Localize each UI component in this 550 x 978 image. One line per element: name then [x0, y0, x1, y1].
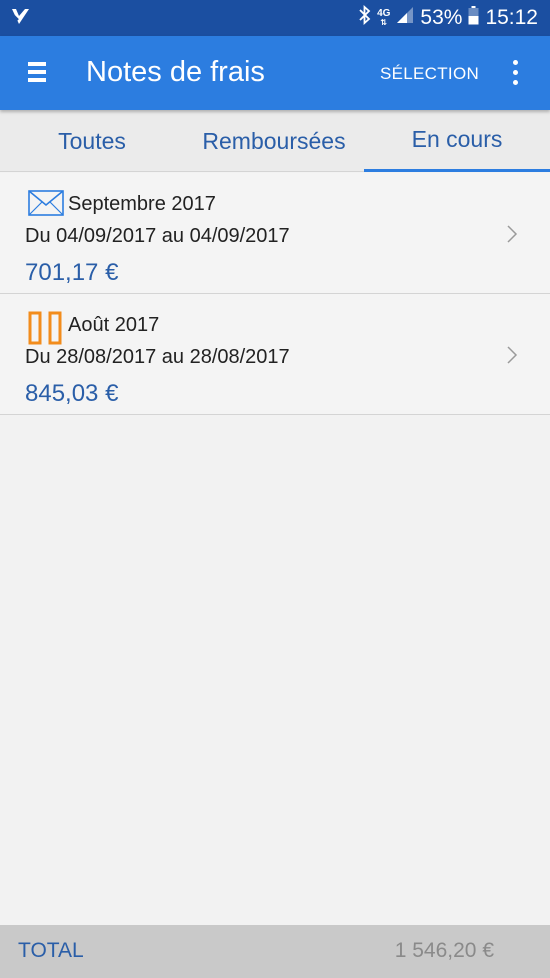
- selection-button[interactable]: SÉLECTION: [380, 64, 479, 84]
- clock: 15:12: [485, 6, 538, 29]
- total-value: 1 546,20 €: [394, 939, 494, 962]
- battery-percent: 53%: [420, 6, 463, 29]
- more-options-icon[interactable]: [507, 60, 525, 88]
- list-item[interactable]: Septembre 2017 Du 04/09/2017 au 04/09/20…: [0, 173, 550, 294]
- tab-remboursees[interactable]: Remboursées: [184, 110, 364, 172]
- notification-icon: [10, 7, 30, 32]
- page-title: Notes de frais: [86, 56, 265, 88]
- network-type: 4G ⇅: [377, 8, 391, 28]
- chevron-right-icon: [504, 223, 520, 245]
- expense-amount: 845,03 €: [25, 380, 119, 407]
- app-bar: Notes de frais SÉLECTION: [0, 36, 550, 110]
- menu-icon[interactable]: [28, 62, 50, 84]
- expense-title: Août 2017: [68, 314, 160, 336]
- chevron-right-icon: [504, 344, 520, 366]
- expense-dates: Du 28/08/2017 au 28/08/2017: [25, 346, 290, 368]
- total-label: TOTAL: [18, 939, 84, 962]
- battery-icon: [468, 5, 479, 31]
- expense-list: Septembre 2017 Du 04/09/2017 au 04/09/20…: [0, 173, 550, 415]
- tab-en-cours[interactable]: En cours: [364, 110, 550, 172]
- status-bar: 4G ⇅ 53% 15:12: [0, 0, 550, 36]
- expense-title: Septembre 2017: [68, 193, 216, 215]
- bluetooth-icon: [358, 4, 371, 31]
- tab-bar: Toutes Remboursées En cours: [0, 110, 550, 172]
- envelope-icon: [28, 190, 64, 221]
- pause-icon: [28, 311, 64, 350]
- list-item[interactable]: Août 2017 Du 28/08/2017 au 28/08/2017 84…: [0, 294, 550, 415]
- tab-toutes[interactable]: Toutes: [0, 110, 184, 172]
- expense-dates: Du 04/09/2017 au 04/09/2017: [25, 225, 290, 247]
- expense-amount: 701,17 €: [25, 259, 119, 286]
- total-bar: TOTAL 1 546,20 €: [0, 925, 550, 978]
- signal-icon: [396, 6, 414, 30]
